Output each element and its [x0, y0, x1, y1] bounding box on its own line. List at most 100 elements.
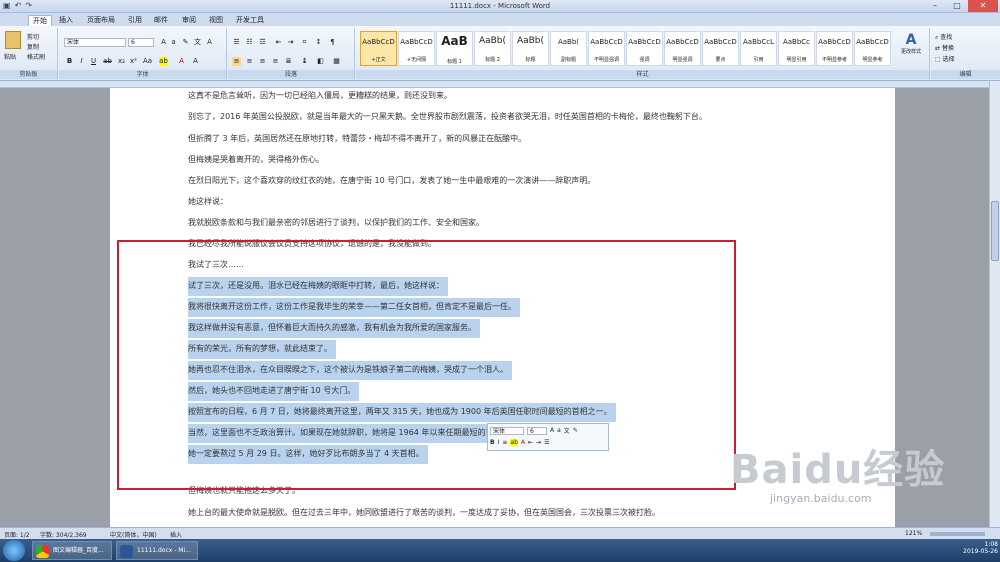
align-center-icon[interactable]: ≡	[245, 57, 254, 66]
scroll-thumb[interactable]	[991, 201, 999, 261]
align-right-icon[interactable]: ≡	[258, 57, 267, 66]
numbering-icon[interactable]: ☷	[245, 38, 254, 47]
style-item[interactable]: AaBb(副标题	[550, 31, 587, 66]
decrease-indent-icon[interactable]: ⇤	[528, 439, 533, 446]
font-size-select[interactable]: 6	[128, 38, 154, 47]
highlight-icon[interactable]: ab	[510, 439, 518, 446]
increase-indent-icon[interactable]: ⇥	[536, 439, 541, 446]
change-styles-button[interactable]: A 更改样式	[896, 32, 926, 55]
border-char-icon[interactable]: A	[205, 38, 214, 47]
task-word[interactable]: 11111.docx - Mi...	[116, 541, 198, 560]
borders-icon[interactable]: ▦	[332, 57, 341, 66]
style-item[interactable]: AaBbCcD 明显强调	[664, 31, 701, 66]
line-spacing-icon[interactable]: ↨	[300, 57, 309, 66]
clear-format-icon[interactable]: ✎	[181, 38, 190, 47]
highlight-icon[interactable]: ab	[159, 57, 168, 66]
style-item[interactable]: AaBb(标题 2	[474, 31, 511, 66]
paste-button[interactable]: 粘贴	[4, 52, 16, 61]
italic-icon[interactable]: I	[498, 439, 500, 446]
copy-button[interactable]: 复制	[27, 42, 39, 51]
bullets-icon[interactable]: ☰	[544, 439, 549, 446]
increase-indent-icon[interactable]: ⇥	[286, 38, 295, 47]
document-line[interactable]: 但折腾了 3 年后，英国居然还在原地打转，特蕾莎・梅却不得不离开了，新的风暴正在…	[188, 134, 526, 144]
find-button[interactable]: ⌕ 查找	[935, 32, 952, 42]
zoom-slider[interactable]	[930, 532, 985, 536]
style-item[interactable]: AaBbCcD 不明显参考	[816, 31, 853, 66]
bold-icon[interactable]: B	[490, 439, 495, 446]
bold-icon[interactable]: B	[65, 57, 74, 66]
minimize-button[interactable]: –	[924, 0, 946, 12]
mini-size-select[interactable]: 6	[527, 426, 547, 435]
cut-button[interactable]: 剪切	[27, 32, 39, 41]
bullets-icon[interactable]: ☰	[232, 38, 241, 47]
word-count[interactable]: 字数: 304/2,369	[40, 530, 87, 539]
font-name-select[interactable]: 宋体	[64, 38, 126, 47]
multilevel-list-icon[interactable]: ☲	[258, 38, 267, 47]
shrink-font-icon[interactable]: a	[169, 38, 178, 47]
justify-icon[interactable]: ≡	[271, 57, 280, 66]
style-item[interactable]: AaBbCcD 要点	[702, 31, 739, 66]
font-color-icon[interactable]: A	[521, 439, 525, 446]
insert-mode[interactable]: 插入	[170, 530, 182, 539]
sort-icon[interactable]: ↕	[314, 38, 323, 47]
show-marks-icon[interactable]: ¶	[328, 38, 337, 47]
chinese-layout-icon[interactable]: ⌗	[300, 38, 309, 47]
style-item[interactable]: AaBbCcD +无间隔	[398, 31, 435, 66]
clock-time[interactable]: 1:08	[963, 541, 998, 548]
document-line[interactable]: 但梅姨是哭着离开的，哭得格外伤心。	[188, 155, 324, 165]
subscript-icon[interactable]: x₂	[117, 57, 126, 66]
italic-icon[interactable]: I	[77, 57, 86, 66]
shrink-font-icon[interactable]: a	[557, 427, 561, 434]
tab-review[interactable]: 审阅	[178, 15, 200, 26]
grow-font-icon[interactable]: A	[159, 38, 168, 47]
superscript-icon[interactable]: x²	[129, 57, 138, 66]
style-item[interactable]: AaBbCcD 明显参考	[854, 31, 891, 66]
align-left-icon[interactable]: ≡	[232, 57, 241, 66]
horizontal-ruler[interactable]	[0, 81, 1000, 88]
zoom-level[interactable]: 121%	[905, 530, 922, 537]
grow-font-icon[interactable]: A	[550, 427, 554, 434]
shading-icon[interactable]: ◧	[316, 57, 325, 66]
maximize-button[interactable]: □	[946, 0, 968, 12]
select-button[interactable]: ⬚ 选择	[935, 54, 955, 63]
task-chrome[interactable]: 图文编辑器_百度...	[32, 541, 112, 560]
tab-developer[interactable]: 开发工具	[232, 15, 268, 26]
page-indicator[interactable]: 页面: 1/2	[4, 530, 30, 539]
style-item[interactable]: AaB 标题 1	[436, 31, 473, 66]
start-button[interactable]	[3, 540, 25, 561]
document-line[interactable]: 她上台的最大使命就是脱欧。但在过去三年中，她同欧盟进行了艰苦的谈判，一度达成了妥…	[188, 508, 660, 518]
document-line[interactable]: 别忘了，2016 年英国公投脱欧，就是当年最大的一只黑天鹅。全世界股市剧烈震荡，…	[188, 112, 707, 122]
style-item[interactable]: AaBbCcD 强调	[626, 31, 663, 66]
document-line[interactable]: 在烈日阳光下，这个喜欢穿的纹红衣的她，在唐宁街 10 号门口，发表了她一生中最艰…	[188, 176, 595, 186]
tab-page-layout[interactable]: 页面布局	[83, 15, 119, 26]
mini-font-select[interactable]: 宋体	[490, 426, 524, 435]
tab-mailings[interactable]: 邮件	[150, 15, 172, 26]
font-color-icon[interactable]: A	[177, 57, 186, 66]
tab-references[interactable]: 引用	[124, 15, 146, 26]
style-item[interactable]: AaBbCcD +正文	[360, 31, 397, 66]
style-item[interactable]: AaBbCcD 不明显强调	[588, 31, 625, 66]
replace-button[interactable]: ⇄ 替换	[935, 43, 954, 52]
document-line[interactable]: 她这样说：	[188, 197, 228, 207]
tab-home[interactable]: 开始	[28, 15, 52, 26]
paste-icon[interactable]	[5, 31, 21, 49]
change-case-icon[interactable]: Aa	[143, 57, 152, 66]
document-line[interactable]: 我就脱欧条款和与我们最亲密的邻居进行了谈判，以保护我们的工作、安全和国家。	[188, 218, 484, 228]
style-item[interactable]: AaBbCc 明显引用	[778, 31, 815, 66]
format-painter-button[interactable]: 格式刷	[27, 52, 45, 61]
format-painter-icon[interactable]: ✎	[573, 427, 578, 434]
vertical-scrollbar[interactable]	[989, 81, 1000, 527]
center-icon[interactable]: ≡	[502, 439, 507, 446]
tab-view[interactable]: 视图	[205, 15, 227, 26]
phonetic-icon[interactable]: 文	[564, 426, 570, 435]
style-item[interactable]: AaBbCcL 引用	[740, 31, 777, 66]
close-button[interactable]: ✕	[968, 0, 998, 12]
strikethrough-icon[interactable]: ab	[103, 57, 112, 66]
underline-icon[interactable]: U	[89, 57, 98, 66]
document-line[interactable]: 这真不是危言耸听，因为一切已经陷入僵局，更糟糕的结果，则还没到来。	[188, 91, 452, 101]
distribute-icon[interactable]: ≣	[284, 57, 293, 66]
tab-insert[interactable]: 插入	[55, 15, 77, 26]
language-indicator[interactable]: 中文(简体，中国)	[110, 530, 157, 539]
char-shading-icon[interactable]: A	[191, 57, 200, 66]
clock-date[interactable]: 2019-05-26	[963, 548, 998, 555]
